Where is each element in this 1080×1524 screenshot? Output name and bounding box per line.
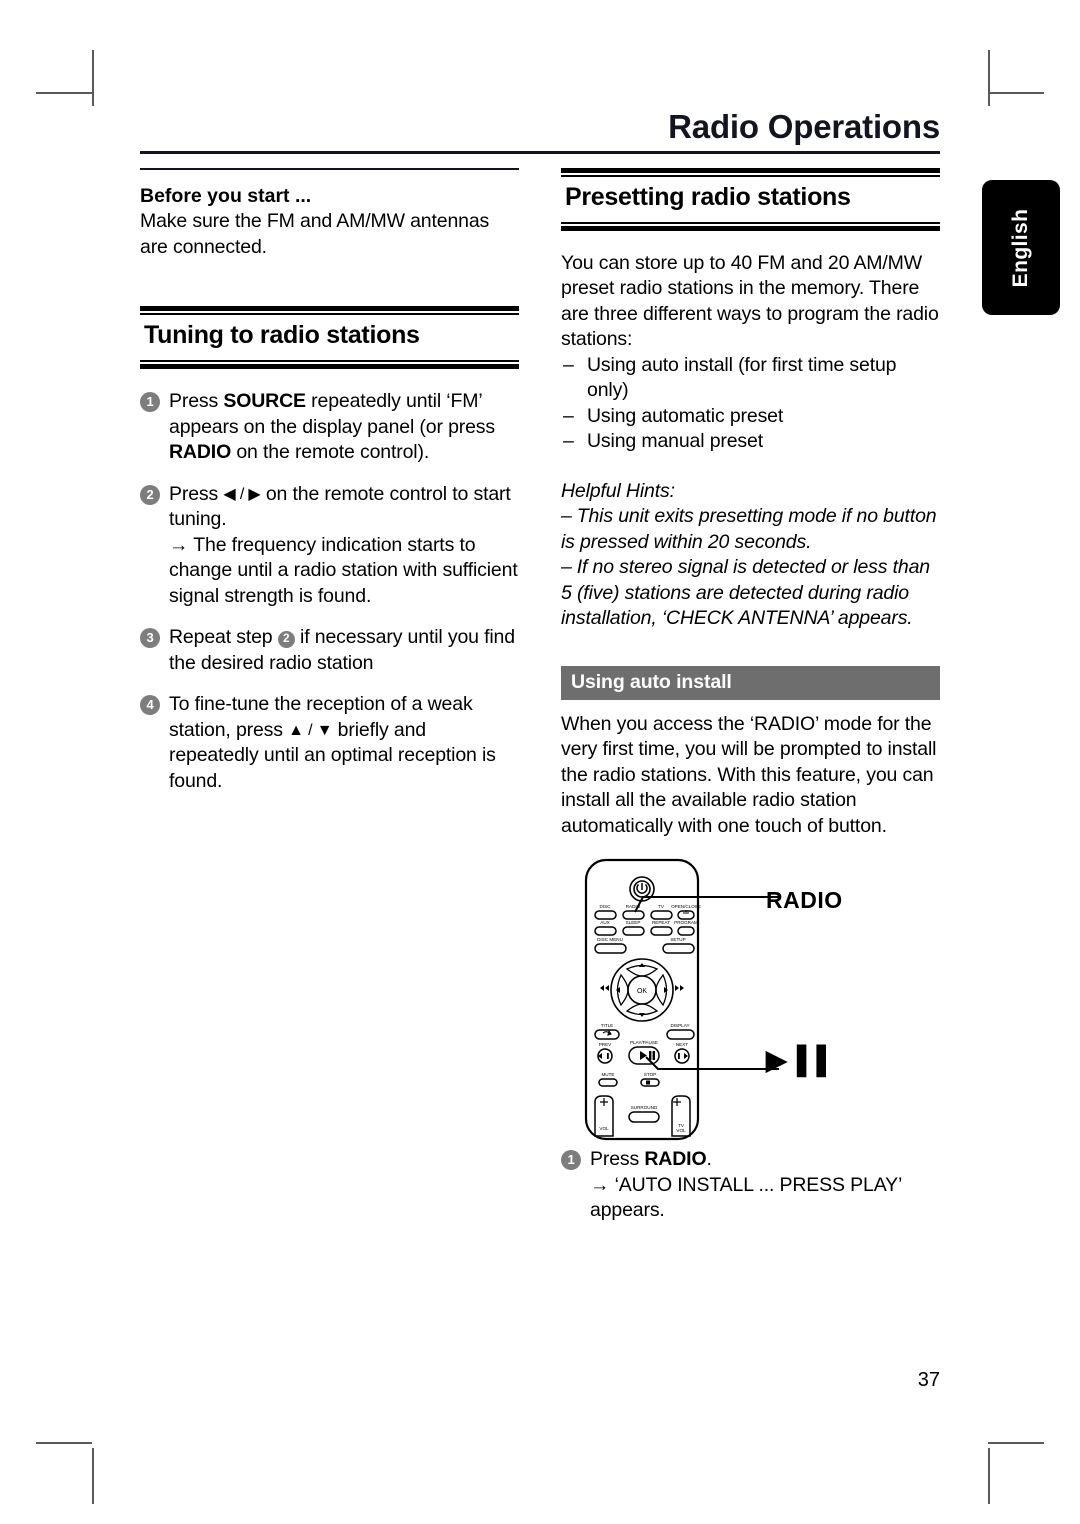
preset-method-list: – Using auto install (for first time setu… [561,353,940,455]
svg-text:VOL: VOL [676,1128,686,1133]
preset-method-label: Using auto install (for first time setup… [587,353,897,402]
crop-mark-top-left-vertical [92,50,94,106]
numbered-step: 1 Press RADIO. → ‘AUTO INSTALL ... PRESS P… [561,1147,940,1224]
svg-text:VOL: VOL [599,1126,609,1131]
helpful-hints-title: Helpful Hints: [561,479,675,502]
dash-bullet: – [561,505,572,528]
remote-control-figure: DISC RADIO TV OPEN/CLOSE AUX SLEEP REPEA… [561,857,940,1147]
rule [140,360,519,363]
callout-radio-label: RADIO [766,887,843,914]
numbered-step: 3 Repeat step 2 if necessary until you fi… [140,625,519,676]
crop-mark-top-right-vertical [988,50,990,106]
step-number-badge: 1 [561,1150,581,1171]
preset-method-label: Using manual preset [587,430,763,453]
intro-rule [140,167,519,170]
crop-mark-bottom-right-vertical [988,1448,990,1504]
step-body: Press ◀ / ▶ on the remote control to sta… [169,482,519,533]
helpful-hint-text: If no stereo signal is detected or less … [561,556,930,630]
body-columns: Before you start ... Make sure the FM an… [140,167,940,1240]
callout-leader-lines [634,896,779,1071]
rule [561,221,940,224]
preset-method-item: – Using auto install (for first time setu… [561,353,940,404]
manual-page: Radio Operations Before you start ... Ma… [140,108,940,1430]
step-body: To fine-tune the reception of a weak sta… [169,692,519,794]
page-number: 37 [917,1369,940,1391]
section-title: Presetting radio stations [565,182,851,211]
emphasised-button-name: RADIO [169,441,232,464]
rule [561,225,940,231]
preset-method-label: Using automatic preset [587,404,784,427]
page-title: Radio Operations [668,108,940,145]
helpful-hints: Helpful Hints: – This unit exits presetti… [561,479,940,632]
section-title: Tuning to radio stations [144,321,420,350]
step-body: Press RADIO. [590,1147,940,1173]
helpful-hint-item: – If no stereo signal is detected or less… [561,555,940,632]
step-text-run: Press [590,1148,645,1171]
crop-mark-bottom-right-horizontal [988,1442,1044,1444]
numbered-step: 2 Press ◀ / ▶ on the remote control to st… [140,482,519,610]
dash-bullet: – [563,353,574,376]
step-text-run: . [706,1148,712,1171]
crop-mark-bottom-left-horizontal [36,1442,92,1444]
bar-heading-using-auto-install: Using auto install [561,665,940,700]
section-heading-tuning: Tuning to radio stations [140,306,519,370]
dash-bullet: – [563,430,574,453]
callout-play-pause-icon: ▶▐▐ [766,1045,827,1076]
left-column: Before you start ... Make sure the FM an… [140,167,519,1240]
crop-mark-top-left-horizontal [36,92,92,94]
step-text-run: Press [169,390,224,413]
auto-install-text: When you access the ‘RADIO’ mode for the… [561,712,937,837]
step-text-run: Repeat step [169,626,278,649]
emphasised-button-name: SOURCE [223,390,306,413]
preset-method-item: – Using automatic preset [561,404,940,430]
tuning-steps: 1 Press SOURCE repeatedly until ‘FM’ appe… [140,389,519,794]
inline-step-number: 2 [277,631,295,649]
step-text-run: on the remote control). [231,441,430,464]
emphasised-button-name: RADIO [644,1148,707,1171]
crop-mark-bottom-left-vertical [92,1448,94,1504]
before-you-start-block: Before you start ... Make sure the FM an… [140,184,519,261]
helpful-hint-item: – This unit exits presetting mode if no b… [561,504,940,555]
step-result-text: → The frequency indication starts to cha… [169,533,518,607]
presetting-intro: You can store up to 40 FM and 20 AM/MW p… [561,251,939,351]
step-body: Press SOURCE repeatedly until ‘FM’ appea… [169,389,519,466]
dash-bullet: – [563,404,574,427]
step-number-badge: 3 [140,628,160,649]
numbered-step: 1 Press SOURCE repeatedly until ‘FM’ appe… [140,389,519,466]
step-result-text: → ‘AUTO INSTALL ... PRESS PLAY’ appears. [590,1173,902,1222]
step-number-badge: 2 [140,484,160,505]
language-tab: English [982,180,1060,315]
header-rule [140,150,940,154]
rule [140,364,519,370]
crop-mark-top-right-horizontal [988,92,1044,94]
dash-bullet: – [561,556,572,579]
numbered-step: 4 To fine-tune the reception of a weak st… [140,692,519,794]
right-column: Presetting radio stations You can store … [561,167,940,1240]
auto-install-step: 1 Press RADIO. → ‘AUTO INSTALL ... PRESS P… [561,1147,940,1224]
before-you-start-text: Make sure the FM and AM/MW antennas are … [140,210,490,258]
section-heading-presetting: Presetting radio stations [561,167,940,231]
helpful-hint-text: This unit exits presetting mode if no bu… [561,505,937,553]
rule [140,306,519,312]
step-body: Repeat step 2 if necessary until you fin… [169,625,519,676]
language-tab-label: English [1009,208,1032,287]
step-text-run: Press [169,482,224,505]
step-number-badge: 4 [140,695,160,716]
direction-glyphs: ▲ / ▼ [288,721,333,739]
direction-glyphs: ◀ / ▶ [223,485,261,503]
before-you-start-heading: Before you start ... [140,184,312,207]
rule [561,167,940,173]
step-number-badge: 1 [140,392,160,413]
preset-method-item: – Using manual preset [561,429,940,455]
